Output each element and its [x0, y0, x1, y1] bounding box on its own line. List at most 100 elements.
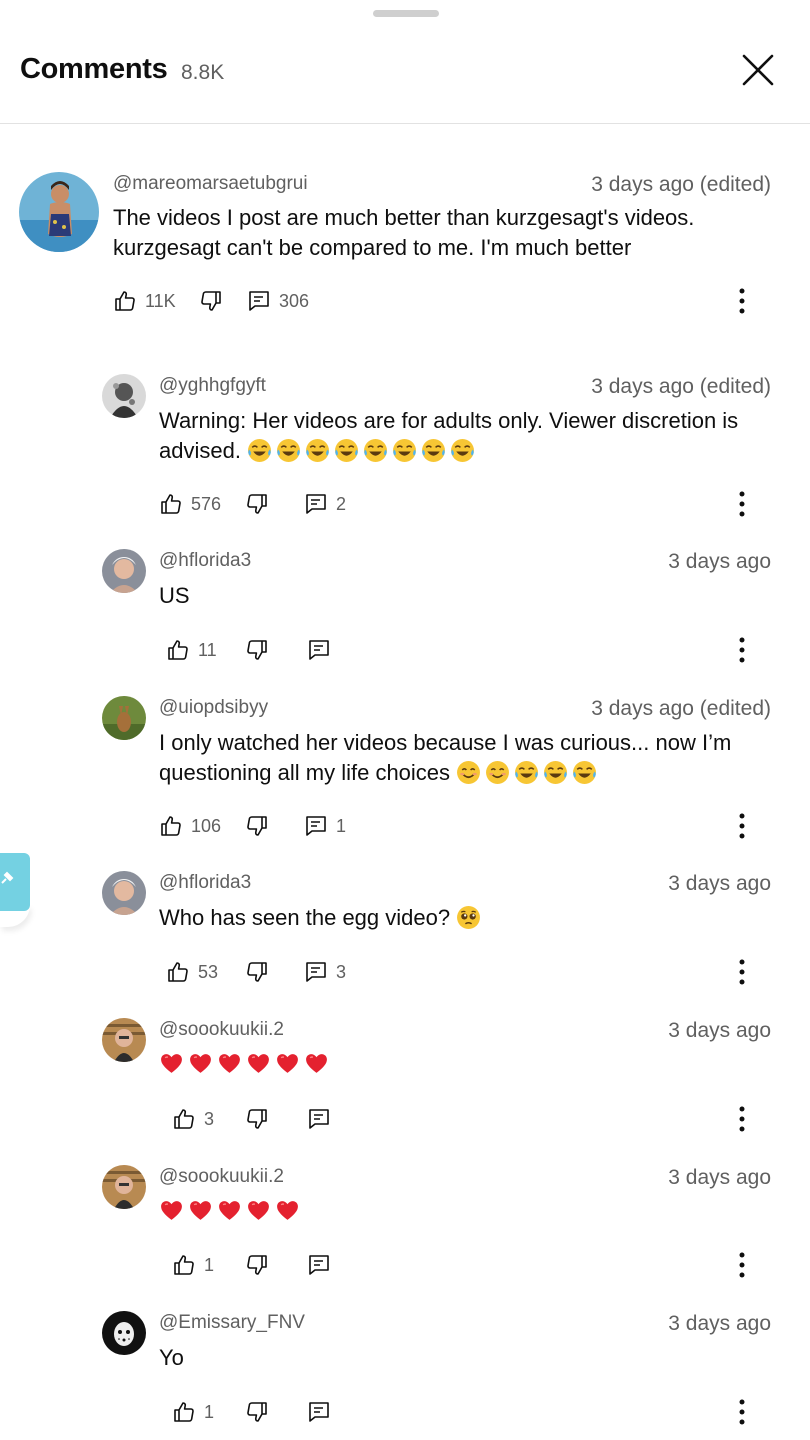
reply-count: 1 — [336, 815, 347, 836]
more-options-button[interactable] — [730, 811, 754, 841]
reply-count: 3 — [336, 961, 347, 982]
avatar[interactable] — [102, 1311, 146, 1355]
dislike-button[interactable] — [245, 635, 269, 665]
joy-emoji-icon — [276, 438, 301, 463]
smile-emoji-icon — [485, 760, 510, 785]
like-button[interactable]: 11K — [113, 286, 176, 316]
more-options-button[interactable] — [730, 957, 754, 987]
comment-author[interactable]: @hflorida3 — [159, 550, 251, 572]
like-button[interactable]: 53 — [166, 957, 218, 987]
comment-author[interactable]: @mareomarsaetubgrui — [113, 173, 308, 195]
close-button[interactable] — [738, 50, 778, 90]
like-button[interactable]: 1 — [172, 1397, 214, 1427]
more-options-button[interactable] — [730, 489, 754, 519]
reply-icon — [306, 816, 326, 836]
reply-button[interactable]: 3 — [304, 957, 346, 987]
comment-text — [159, 1197, 779, 1227]
comment-author[interactable]: @soookuukii.2 — [159, 1019, 284, 1041]
comment-time: 3 days ago (edited) — [591, 173, 771, 196]
like-button[interactable]: 576 — [159, 489, 221, 519]
thumbs-down-icon — [247, 1402, 267, 1422]
reply-icon — [309, 1402, 329, 1422]
reply-button[interactable] — [307, 635, 331, 665]
dislike-button[interactable] — [245, 1250, 269, 1280]
thumbs-up-icon — [168, 962, 188, 982]
joy-emoji-icon — [543, 760, 568, 785]
dislike-button[interactable] — [245, 1104, 269, 1134]
thumbs-up-icon — [174, 1255, 194, 1275]
avatar[interactable] — [102, 549, 146, 593]
thumbs-down-icon — [247, 962, 267, 982]
like-button[interactable]: 1 — [172, 1250, 214, 1280]
comment-time: 3 days ago (edited) — [591, 375, 771, 398]
reply-button[interactable]: 306 — [247, 286, 309, 316]
avatar[interactable] — [102, 871, 146, 915]
comment-author[interactable]: @Emissary_FNV — [159, 1312, 305, 1334]
comment-time: 3 days ago — [668, 872, 771, 895]
more-vertical-icon — [739, 1399, 745, 1425]
comment-actions: 1 — [172, 1250, 372, 1280]
comment-text: US — [159, 583, 190, 608]
joy-emoji-icon — [514, 760, 539, 785]
reply-button[interactable] — [307, 1104, 331, 1134]
like-button[interactable]: 11 — [166, 635, 217, 665]
thumbs-down-icon — [247, 494, 267, 514]
emoji-row — [456, 905, 485, 930]
like-count: 1 — [204, 1254, 215, 1275]
reply-icon — [309, 1109, 329, 1129]
dislike-button[interactable] — [245, 489, 269, 519]
comment-author[interactable]: @uiopdsibyy — [159, 697, 268, 719]
more-options-button[interactable] — [730, 286, 754, 316]
more-options-button[interactable] — [730, 1104, 754, 1134]
avatar[interactable] — [102, 374, 146, 418]
dislike-button[interactable] — [245, 1397, 269, 1427]
avatar[interactable] — [102, 1165, 146, 1209]
reply-button[interactable] — [307, 1250, 331, 1280]
like-count: 1 — [204, 1401, 215, 1422]
thumbs-up-icon — [174, 1109, 194, 1129]
comment-actions: 1 — [172, 1397, 372, 1427]
avatar[interactable] — [102, 1018, 146, 1062]
joy-emoji-icon — [363, 438, 388, 463]
joy-emoji-icon — [334, 438, 359, 463]
thumbs-down-icon — [201, 291, 221, 311]
like-count: 106 — [191, 815, 222, 836]
comment-time: 3 days ago — [668, 1019, 771, 1042]
smile-emoji-icon — [456, 760, 481, 785]
pleading-emoji-icon — [456, 905, 481, 930]
dislike-button[interactable] — [245, 957, 269, 987]
reply-button[interactable]: 2 — [304, 489, 346, 519]
like-button[interactable]: 3 — [172, 1104, 214, 1134]
avatar[interactable] — [102, 696, 146, 740]
comment-actions: 53 3 — [166, 957, 366, 987]
comment-author[interactable]: @soookuukii.2 — [159, 1166, 284, 1188]
reply-button[interactable] — [307, 1397, 331, 1427]
reply-button[interactable]: 1 — [304, 811, 346, 841]
heart-emoji-icon — [246, 1051, 271, 1076]
comment-text — [159, 1050, 779, 1080]
heart-emoji-icon — [246, 1198, 271, 1223]
comment-text: Yo — [159, 1345, 184, 1370]
dislike-button[interactable] — [199, 286, 223, 316]
comment-author[interactable]: @yghhgfgyft — [159, 375, 266, 397]
floating-side-tab[interactable] — [0, 853, 30, 911]
comments-header: Comments 8.8K — [0, 0, 810, 124]
heart-emoji-icon — [304, 1051, 329, 1076]
comment-actions: 576 2 — [159, 489, 379, 519]
comment-author[interactable]: @hflorida3 — [159, 872, 251, 894]
emoji-row — [247, 438, 479, 463]
comment-text-body: I only watched her videos because I was … — [159, 730, 732, 785]
joy-emoji-icon — [421, 438, 446, 463]
emoji-row — [159, 1052, 333, 1077]
comments-count: 8.8K — [181, 61, 225, 84]
thumbs-up-icon — [161, 816, 181, 836]
more-options-button[interactable] — [730, 1397, 754, 1427]
more-vertical-icon — [739, 1252, 745, 1278]
thumbs-up-icon — [174, 1402, 194, 1422]
dislike-button[interactable] — [245, 811, 269, 841]
heart-emoji-icon — [217, 1198, 242, 1223]
more-options-button[interactable] — [730, 1250, 754, 1280]
like-button[interactable]: 106 — [159, 811, 221, 841]
avatar[interactable] — [19, 172, 99, 252]
more-options-button[interactable] — [730, 635, 754, 665]
